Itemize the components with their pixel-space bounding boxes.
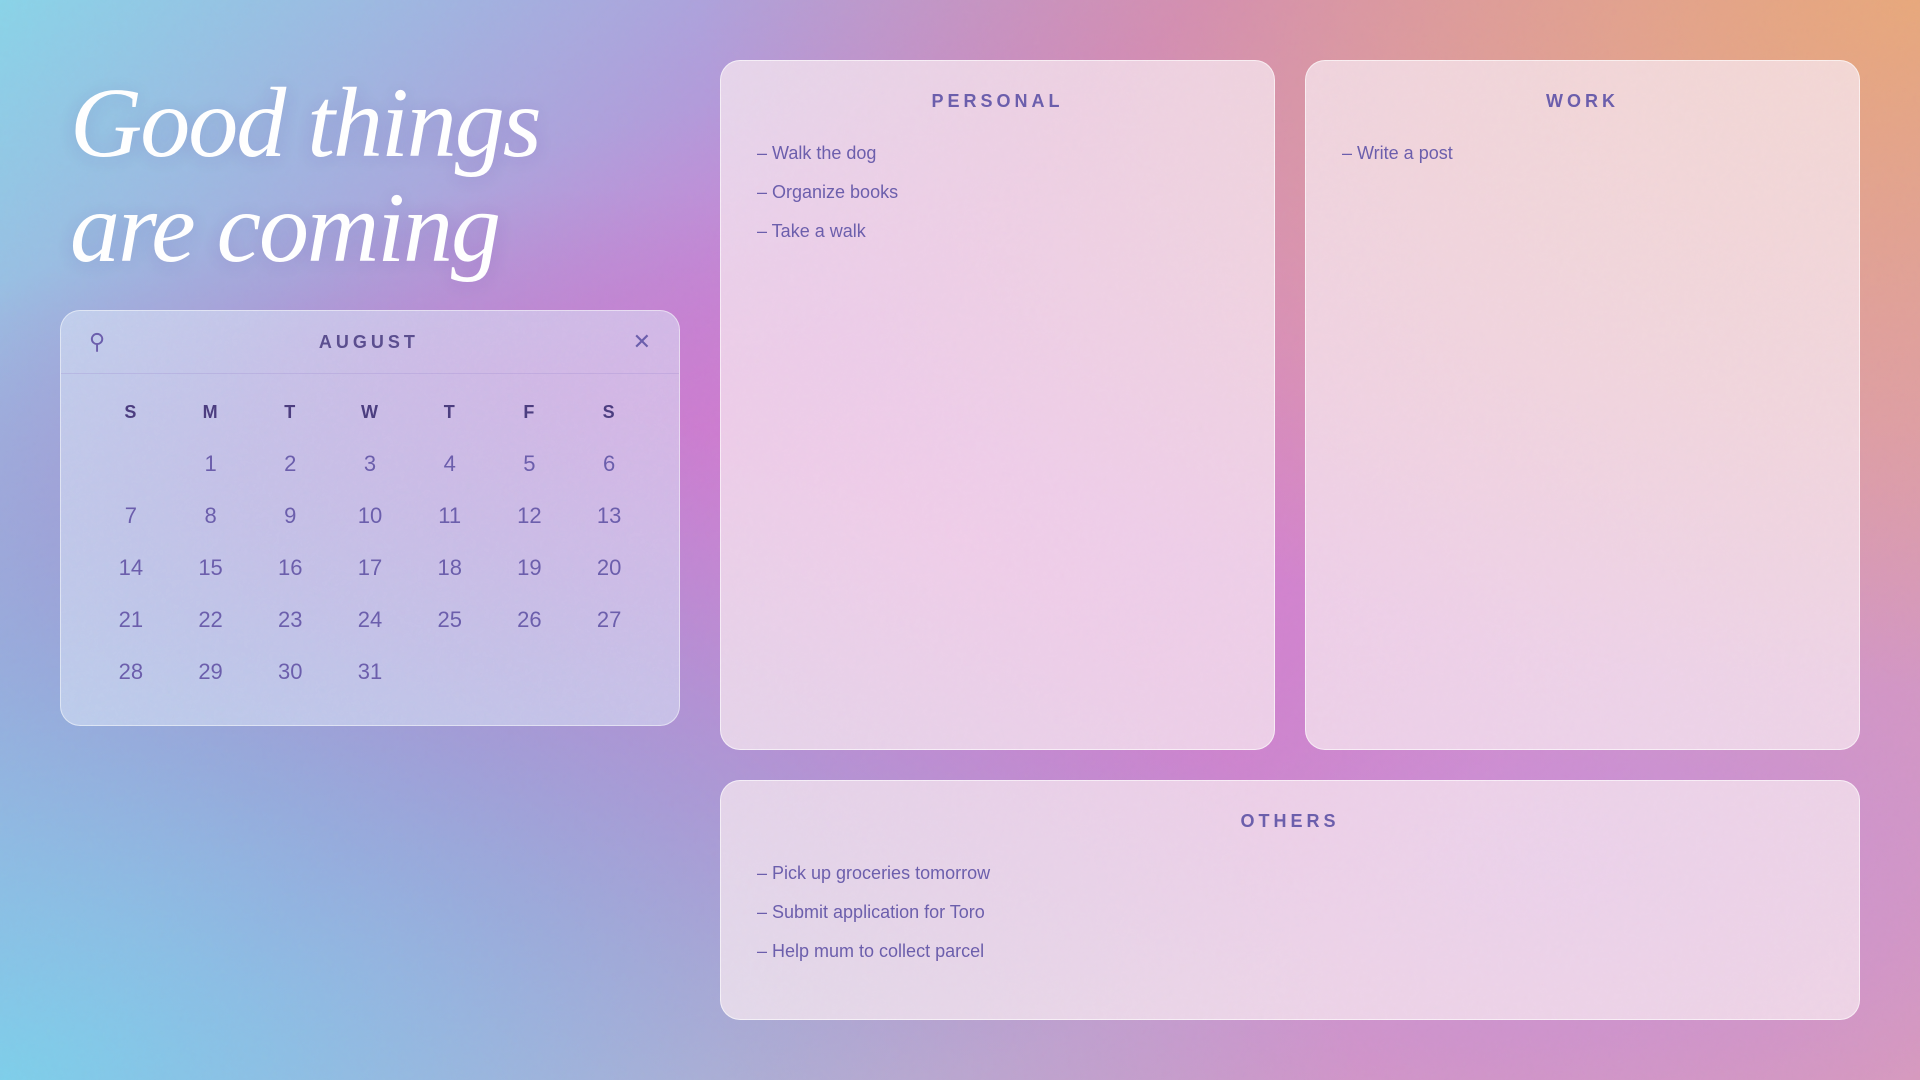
day-header-t2: T: [410, 394, 490, 431]
personal-item-3: – Take a walk: [757, 218, 1238, 245]
others-card: OTHERS – Pick up groceries tomorrow – Su…: [720, 780, 1860, 1020]
cal-date-12[interactable]: 12: [490, 493, 570, 539]
others-item-2: – Submit application for Toro: [757, 899, 1823, 926]
cal-date-2[interactable]: 2: [250, 441, 330, 487]
cal-empty: [91, 441, 171, 487]
day-header-f: F: [490, 394, 570, 431]
personal-card: PERSONAL – Walk the dog – Organize books…: [720, 60, 1275, 750]
left-panel: Good things are coming ⚲ AUGUST ✕ S M T …: [60, 60, 680, 1020]
cal-date-7[interactable]: 7: [91, 493, 171, 539]
cal-date-17[interactable]: 17: [330, 545, 410, 591]
cal-date-6[interactable]: 6: [569, 441, 649, 487]
cal-date-16[interactable]: 16: [250, 545, 330, 591]
page-wrapper: Good things are coming ⚲ AUGUST ✕ S M T …: [0, 0, 1920, 1080]
cal-date-5[interactable]: 5: [490, 441, 570, 487]
day-header-w: W: [330, 394, 410, 431]
cal-date-26[interactable]: 26: [490, 597, 570, 643]
cal-date-23[interactable]: 23: [250, 597, 330, 643]
cal-date-30[interactable]: 30: [250, 649, 330, 695]
cal-date-4[interactable]: 4: [410, 441, 490, 487]
cal-empty-4: [569, 649, 649, 695]
hero-title: Good things are coming: [60, 60, 680, 280]
cal-date-21[interactable]: 21: [91, 597, 171, 643]
day-header-t1: T: [250, 394, 330, 431]
calendar-widget: ⚲ AUGUST ✕ S M T W T F S 1 2: [60, 310, 680, 726]
cal-date-25[interactable]: 25: [410, 597, 490, 643]
calendar-header: ⚲ AUGUST ✕: [61, 311, 679, 374]
day-header-s1: S: [91, 394, 171, 431]
cal-date-1[interactable]: 1: [171, 441, 251, 487]
work-item-1: – Write a post: [1342, 140, 1823, 167]
work-card: WORK – Write a post: [1305, 60, 1860, 750]
cal-date-15[interactable]: 15: [171, 545, 251, 591]
close-icon[interactable]: ✕: [633, 329, 651, 355]
cal-date-9[interactable]: 9: [250, 493, 330, 539]
calendar-month-label: AUGUST: [319, 332, 419, 353]
others-item-1: – Pick up groceries tomorrow: [757, 860, 1823, 887]
others-item-3: – Help mum to collect parcel: [757, 938, 1823, 965]
cal-date-29[interactable]: 29: [171, 649, 251, 695]
cal-date-13[interactable]: 13: [569, 493, 649, 539]
cal-date-19[interactable]: 19: [490, 545, 570, 591]
cal-date-28[interactable]: 28: [91, 649, 171, 695]
day-header-s2: S: [569, 394, 649, 431]
cal-date-27[interactable]: 27: [569, 597, 649, 643]
calendar-grid: S M T W T F S 1 2 3 4 5 6: [61, 374, 679, 725]
cal-date-18[interactable]: 18: [410, 545, 490, 591]
cal-date-31[interactable]: 31: [330, 649, 410, 695]
cal-date-22[interactable]: 22: [171, 597, 251, 643]
cal-date-14[interactable]: 14: [91, 545, 171, 591]
personal-card-title: PERSONAL: [757, 91, 1238, 112]
right-panel: PERSONAL – Walk the dog – Organize books…: [720, 60, 1860, 1020]
hero-line2: are coming: [70, 175, 680, 280]
cal-empty-2: [410, 649, 490, 695]
search-icon[interactable]: ⚲: [89, 329, 105, 355]
cal-date-10[interactable]: 10: [330, 493, 410, 539]
others-card-title: OTHERS: [757, 811, 1823, 832]
cal-date-20[interactable]: 20: [569, 545, 649, 591]
calendar-day-headers: S M T W T F S: [91, 394, 649, 431]
personal-item-1: – Walk the dog: [757, 140, 1238, 167]
day-header-m: M: [171, 394, 251, 431]
top-cards: PERSONAL – Walk the dog – Organize books…: [720, 60, 1860, 750]
calendar-dates: 1 2 3 4 5 6 7 8 9 10 11 12 13 14 15: [91, 441, 649, 695]
work-card-title: WORK: [1342, 91, 1823, 112]
cal-date-8[interactable]: 8: [171, 493, 251, 539]
hero-line1: Good things: [70, 70, 680, 175]
cal-date-24[interactable]: 24: [330, 597, 410, 643]
cal-date-11[interactable]: 11: [410, 493, 490, 539]
cal-date-3[interactable]: 3: [330, 441, 410, 487]
cal-empty-3: [490, 649, 570, 695]
personal-item-2: – Organize books: [757, 179, 1238, 206]
